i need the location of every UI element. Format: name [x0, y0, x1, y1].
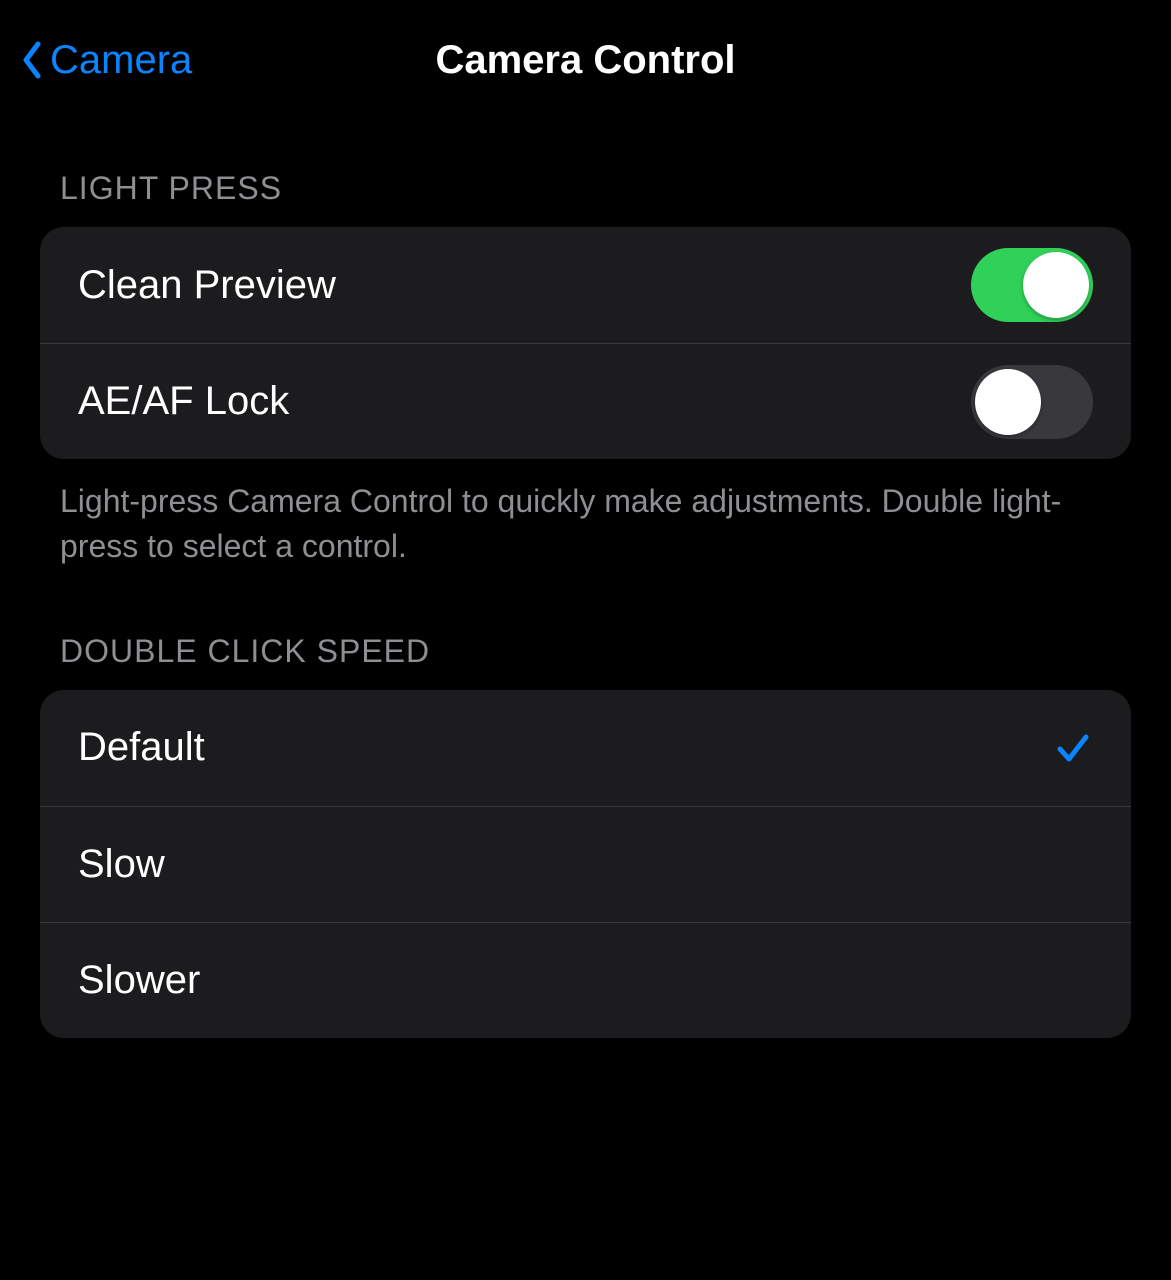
toggle-ae-af-lock[interactable]	[971, 365, 1093, 439]
back-label: Camera	[50, 38, 192, 83]
option-label: Slower	[78, 958, 200, 1003]
option-slower[interactable]: Slower	[40, 922, 1131, 1038]
checkmark-icon	[1053, 728, 1093, 768]
nav-bar: Camera Camera Control	[0, 0, 1171, 120]
row-label: Clean Preview	[78, 263, 336, 308]
list-group-double-click-speed: Default Slow Slower	[40, 690, 1131, 1038]
toggle-clean-preview[interactable]	[971, 248, 1093, 322]
section-footer-light-press: Light-press Camera Control to quickly ma…	[40, 459, 1131, 609]
option-default[interactable]: Default	[40, 690, 1131, 806]
option-label: Default	[78, 725, 205, 770]
section-header-double-click-speed: DOUBLE CLICK SPEED	[40, 609, 1131, 690]
toggle-knob	[1023, 252, 1089, 318]
page-title: Camera Control	[435, 38, 735, 83]
row-clean-preview[interactable]: Clean Preview	[40, 227, 1131, 343]
row-ae-af-lock[interactable]: AE/AF Lock	[40, 343, 1131, 459]
back-button[interactable]: Camera	[20, 38, 192, 83]
section-header-light-press: LIGHT PRESS	[40, 120, 1131, 227]
option-slow[interactable]: Slow	[40, 806, 1131, 922]
toggle-knob	[975, 369, 1041, 435]
list-group-light-press: Clean Preview AE/AF Lock	[40, 227, 1131, 459]
content: LIGHT PRESS Clean Preview AE/AF Lock Lig…	[0, 120, 1171, 1038]
option-label: Slow	[78, 842, 165, 887]
row-label: AE/AF Lock	[78, 379, 289, 424]
chevron-left-icon	[20, 40, 44, 80]
